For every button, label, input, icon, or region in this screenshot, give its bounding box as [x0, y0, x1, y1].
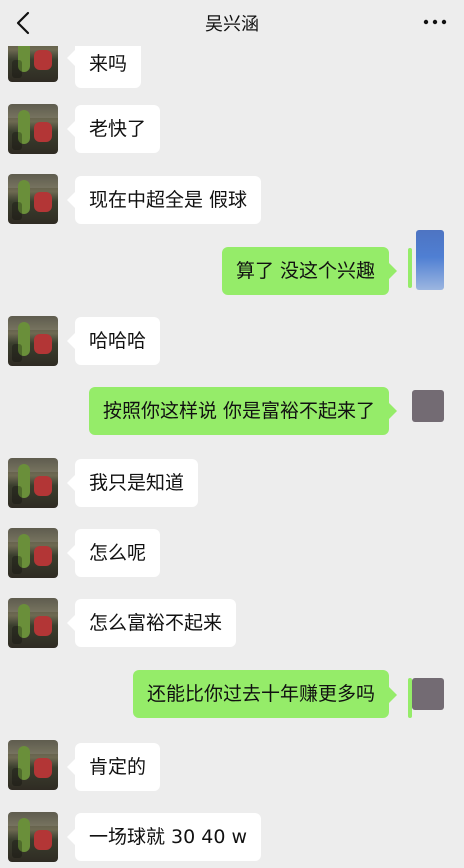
message-row: 怎么呢: [0, 518, 464, 584]
message-bubble[interactable]: 怎么呢: [75, 529, 161, 577]
bubble-tail: [67, 192, 75, 208]
message-row: 老快了: [0, 94, 464, 160]
bubble-tail: [67, 545, 75, 561]
bubble-tail: [67, 829, 75, 845]
message-row: 还能比你过去十年赚更多吗: [0, 666, 464, 732]
bubble-tail: [67, 475, 75, 491]
message-row: 算了 没这个兴趣: [0, 224, 464, 314]
contact-avatar[interactable]: [8, 316, 58, 366]
bubble-tail: [67, 615, 75, 631]
chat-area: 来吗 老快了 现在中超全是 假球 算了 没这个兴趣 哈哈哈 按照你这样说 你是富…: [0, 0, 464, 864]
more-dots-icon[interactable]: [422, 12, 448, 32]
message-row: 按照你这样说 你是富裕不起来了: [0, 382, 464, 448]
contact-avatar[interactable]: [8, 104, 58, 154]
bubble-tail: [67, 121, 75, 137]
contact-avatar[interactable]: [8, 458, 58, 508]
contact-avatar[interactable]: [8, 528, 58, 578]
bubble-tail: [389, 403, 397, 419]
bubble-tail: [67, 50, 75, 66]
message-row: 现在中超全是 假球: [0, 164, 464, 230]
message-row: 怎么富裕不起来: [0, 588, 464, 654]
bubble-tail: [389, 687, 397, 703]
message-bubble[interactable]: 来吗: [75, 40, 142, 88]
self-avatar[interactable]: [412, 678, 444, 710]
message-bubble[interactable]: 老快了: [75, 105, 161, 153]
bubble-tail: [67, 333, 75, 349]
message-bubble[interactable]: 算了 没这个兴趣: [221, 247, 389, 295]
message-bubble[interactable]: 怎么富裕不起来: [75, 599, 237, 647]
message-bubble[interactable]: 肯定的: [75, 743, 161, 791]
bubble-tail: [67, 759, 75, 775]
chat-title: 吴兴涵: [205, 14, 259, 35]
contact-avatar[interactable]: [8, 174, 58, 224]
self-avatar[interactable]: [412, 390, 444, 422]
message-bubble[interactable]: 我只是知道: [75, 459, 199, 507]
message-row: 哈哈哈: [0, 306, 464, 372]
message-row: 一场球就 30 40 w: [0, 802, 464, 868]
self-avatar[interactable]: [416, 230, 444, 290]
message-side-bar: [408, 248, 412, 288]
chat-header: 吴兴涵: [0, 0, 464, 46]
message-row: 肯定的: [0, 732, 464, 798]
contact-avatar[interactable]: [8, 740, 58, 790]
message-bubble[interactable]: 现在中超全是 假球: [75, 176, 262, 224]
message-bubble[interactable]: 按照你这样说 你是富裕不起来了: [88, 387, 389, 435]
message-row: 我只是知道: [0, 448, 464, 514]
message-bubble[interactable]: 还能比你过去十年赚更多吗: [132, 670, 389, 718]
contact-avatar[interactable]: [8, 812, 58, 862]
contact-avatar[interactable]: [8, 598, 58, 648]
message-bubble[interactable]: 哈哈哈: [75, 317, 161, 365]
bubble-tail: [389, 263, 397, 279]
message-bubble[interactable]: 一场球就 30 40 w: [75, 813, 262, 861]
